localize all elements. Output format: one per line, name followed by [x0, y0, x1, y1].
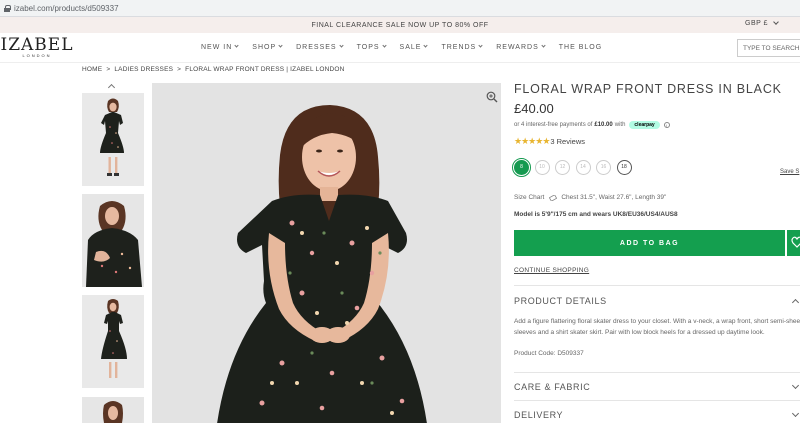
chevron-up-icon[interactable] [791, 298, 800, 307]
nav-item-dresses[interactable]: DRESSES [296, 43, 344, 51]
rating[interactable]: ★ ★ ★ ★ ★ 3 Reviews [514, 136, 585, 147]
save-link[interactable]: Save S [780, 169, 799, 175]
nav-label: NEW IN [201, 44, 233, 51]
divider [514, 285, 800, 286]
main-nav: NEW IN SHOP DRESSES TOPS SALE TRENDS REW… [201, 43, 616, 51]
size-option-8[interactable]: 8 [512, 158, 531, 177]
nav-item-the-blog[interactable]: THE BLOG [559, 44, 602, 51]
chevron-down-icon[interactable] [791, 409, 800, 418]
delivery-heading[interactable]: DELIVERY [514, 410, 563, 420]
add-to-bag-label: ADD TO BAG [619, 239, 680, 247]
size-chart-row: Size Chart Chest 31.5", Waist 27.6", Len… [514, 194, 666, 201]
size-option-10[interactable]: 10 [534, 160, 550, 175]
clearpay-text: or 4 interest-free payments of [514, 122, 593, 128]
nav-item-trends[interactable]: TRENDS [441, 43, 483, 51]
chevron-down-icon [541, 43, 546, 48]
nav-label: SHOP [252, 44, 277, 51]
chevron-down-icon[interactable] [791, 381, 800, 390]
chevron-down-icon [423, 43, 429, 48]
info-icon[interactable]: i [663, 122, 670, 128]
ruler-icon [549, 194, 558, 201]
main-product-image[interactable] [152, 83, 501, 423]
divider [514, 372, 800, 373]
model-photo-icon [82, 194, 144, 287]
thumbnail-3[interactable] [82, 295, 144, 388]
thumbnail-2[interactable] [82, 194, 144, 287]
promo-banner: FINAL CLEARANCE SALE NOW UP TO 80% OFF G… [0, 17, 800, 33]
product-code: Product Code: D509337 [514, 350, 584, 357]
nav-label: SALE [399, 44, 422, 51]
promo-text[interactable]: FINAL CLEARANCE SALE NOW UP TO 80% OFF [311, 22, 488, 29]
size-option-12[interactable]: 12 [555, 160, 570, 175]
nav-label: DRESSES [296, 44, 337, 51]
size-option-14[interactable]: 14 [575, 160, 591, 175]
product-title: FLORAL WRAP FRONT DRESS IN BLACK [514, 82, 782, 96]
chevron-down-icon [478, 43, 483, 48]
chevron-down-icon [234, 43, 239, 48]
nav-label: THE BLOG [558, 44, 603, 51]
breadcrumb-current: FLORAL WRAP FRONT DRESS | IZABEL LONDON [185, 66, 345, 73]
lock-icon [4, 4, 11, 12]
chevron-down-icon [278, 43, 283, 48]
size-option-16[interactable]: 16 [596, 160, 611, 175]
currency-selector[interactable]: GBP £ [745, 19, 779, 27]
site-header: IZABEL LONDON NEW IN SHOP DRESSES TOPS S… [0, 33, 800, 63]
product-price: £40.00 [514, 101, 554, 116]
model-photo-icon [82, 295, 144, 388]
clearpay-with: with [614, 122, 626, 128]
breadcrumb-category[interactable]: LADIES DRESSES [114, 66, 173, 73]
care-fabric-heading[interactable]: CARE & FABRIC [514, 382, 590, 392]
logo-main: IZABEL [0, 35, 74, 55]
wishlist-button[interactable] [787, 230, 800, 256]
nav-item-tops[interactable]: TOPS [356, 43, 387, 51]
model-info: Model is 5'9"/175 cm and wears UK8/EU36/… [514, 211, 678, 218]
nav-item-sale[interactable]: SALE [399, 43, 429, 51]
chevron-down-icon [338, 43, 344, 48]
currency-label: GBP £ [745, 20, 768, 27]
breadcrumb-sep: > [177, 66, 182, 73]
nav-item-shop[interactable]: SHOP [252, 43, 283, 51]
star-icon: ★ [542, 136, 551, 146]
chevron-down-icon [381, 43, 387, 48]
heart-icon [791, 236, 800, 248]
nav-label: REWARDS [496, 44, 539, 51]
size-option-18[interactable]: 18 [616, 160, 632, 175]
model-photo-icon [82, 397, 144, 423]
nav-item-new-in[interactable]: NEW IN [201, 43, 239, 51]
product-details-heading[interactable]: PRODUCT DETAILS [514, 296, 607, 306]
continue-shopping-link[interactable]: CONTINUE SHOPPING [514, 267, 589, 274]
browser-url-bar[interactable]: izabel.com/products/d509337 [0, 0, 800, 17]
size-selector: 8 10 12 14 16 18 [512, 158, 637, 177]
divider [514, 400, 800, 401]
clearpay-amount: £10.00 [594, 122, 613, 128]
chevron-up-icon[interactable] [108, 83, 115, 90]
clearpay-logo: clearpay [629, 121, 660, 129]
thumbnail-4[interactable] [82, 397, 144, 423]
site-logo[interactable]: IZABEL LONDON [0, 35, 74, 59]
nav-item-rewards[interactable]: REWARDS [496, 43, 546, 51]
measurements: Chest 31.5", Waist 27.6", Length 39" [561, 194, 667, 201]
zoom-icon[interactable] [486, 91, 498, 103]
chevron-down-icon [773, 19, 779, 25]
clearpay-info: or 4 interest-free payments of £10.00 wi… [514, 121, 670, 129]
size-chart-link[interactable]: Size Chart [514, 194, 544, 201]
breadcrumb-sep: > [106, 66, 111, 73]
nav-label: TRENDS [441, 44, 477, 51]
search-placeholder: TYPE TO SEARCH [743, 45, 800, 52]
model-photo-icon [152, 83, 501, 423]
add-to-bag-button[interactable]: ADD TO BAG [514, 230, 785, 256]
thumbnail-1[interactable] [82, 93, 144, 186]
nav-label: TOPS [356, 44, 380, 51]
model-photo-icon [82, 93, 144, 186]
breadcrumb: HOME > LADIES DRESSES > FLORAL WRAP FRON… [82, 66, 347, 73]
url-text[interactable]: izabel.com/products/d509337 [14, 4, 119, 13]
search-input[interactable]: TYPE TO SEARCH [737, 39, 800, 57]
reviews-link[interactable]: 3 Reviews [550, 137, 585, 146]
product-description: Add a figure flattering floral skater dr… [514, 318, 800, 336]
breadcrumb-home[interactable]: HOME [82, 66, 102, 73]
